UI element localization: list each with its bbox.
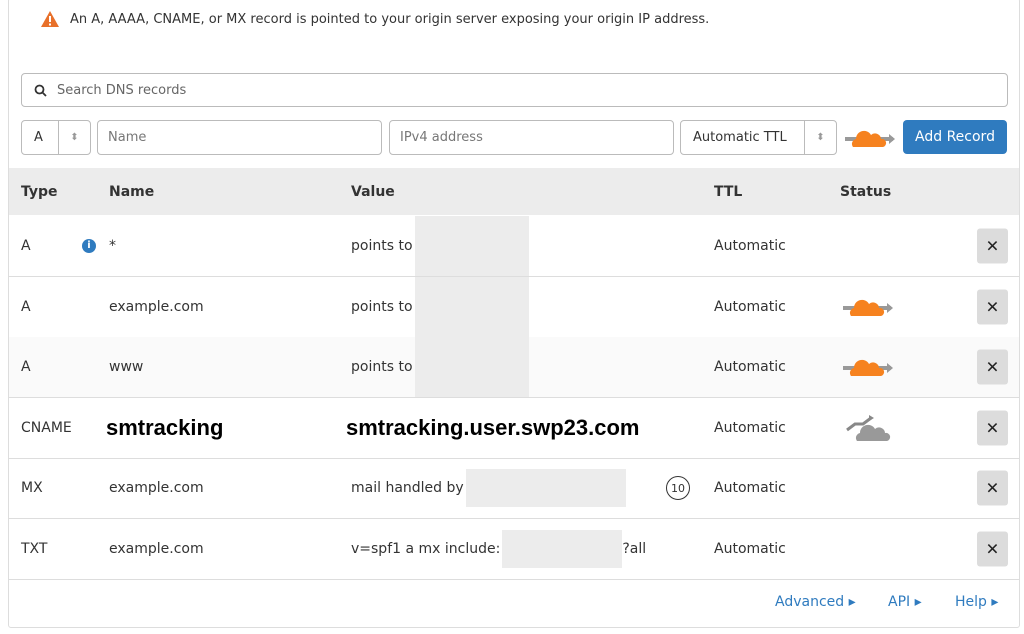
record-name: example.com	[109, 298, 204, 315]
redacted-value	[502, 529, 623, 568]
warning-triangle-icon	[41, 11, 59, 27]
record-value: v=spf1 a mx include: ?all	[351, 529, 646, 568]
record-type: A	[21, 238, 31, 254]
warning-banner: An A, AAAA, CNAME, or MX record is point…	[40, 10, 709, 28]
priority-badge: 10	[666, 476, 690, 500]
record-name: *	[109, 238, 116, 254]
redacted-value	[414, 337, 529, 397]
close-icon: ✕	[985, 297, 1000, 316]
api-link[interactable]: API ▸	[888, 594, 922, 610]
table-row[interactable]: A i * points to Automatic ✕	[9, 216, 1019, 277]
close-icon: ✕	[985, 357, 1000, 377]
record-ttl: Automatic	[714, 419, 786, 436]
delete-record-button[interactable]: ✕	[977, 228, 1008, 264]
close-icon: ✕	[985, 236, 1000, 256]
delete-record-button[interactable]: ✕	[977, 470, 1008, 506]
delete-record-button[interactable]: ✕	[977, 531, 1008, 566]
header-status: Status	[840, 183, 892, 200]
redacted-value	[414, 216, 529, 276]
record-value: points to	[351, 216, 529, 276]
ttl-value: Automatic TTL	[693, 130, 787, 145]
record-type: A	[21, 359, 31, 375]
close-icon: ✕	[985, 539, 1000, 558]
search-placeholder: Search DNS records	[57, 82, 187, 98]
record-ttl: Automatic	[714, 238, 786, 254]
table-row[interactable]: TXT example.com v=spf1 a mx include: ?all…	[9, 519, 1019, 580]
chevron-updown-icon: ⬍	[804, 121, 836, 154]
chevron-updown-icon: ⬍	[58, 121, 90, 154]
search-input[interactable]: Search DNS records	[21, 73, 1008, 107]
advanced-link[interactable]: Advanced ▸	[775, 594, 856, 610]
record-name: example.com	[109, 480, 204, 496]
dns-only-cloud-icon[interactable]	[845, 414, 893, 442]
delete-record-button[interactable]: ✕	[977, 349, 1008, 385]
record-ttl: Automatic	[714, 480, 786, 496]
help-link[interactable]: Help ▸	[955, 594, 998, 610]
ttl-select[interactable]: Automatic TTL ⬍	[680, 120, 837, 155]
table-header: Type Name Value TTL Status	[9, 168, 1019, 215]
close-icon: ✕	[985, 418, 1000, 437]
header-type: Type	[21, 183, 58, 200]
ipv4-input[interactable]: IPv4 address	[389, 120, 674, 155]
proxied-cloud-icon[interactable]	[843, 356, 895, 378]
header-ttl: TTL	[714, 183, 743, 200]
record-value: smtracking.user.swp23.com	[346, 414, 640, 440]
delete-record-button[interactable]: ✕	[977, 410, 1008, 445]
record-name: www	[109, 359, 144, 375]
delete-record-button[interactable]: ✕	[977, 289, 1008, 324]
table-row[interactable]: CNAME smtracking smtracking.user.swp23.c…	[9, 398, 1019, 459]
type-select[interactable]: A ⬍	[21, 120, 91, 155]
header-value: Value	[351, 183, 395, 200]
ipv4-placeholder: IPv4 address	[400, 130, 483, 145]
record-name: smtracking	[106, 414, 224, 440]
proxied-cloud-icon[interactable]	[843, 296, 895, 318]
record-ttl: Automatic	[714, 540, 786, 557]
warning-text: An A, AAAA, CNAME, or MX record is point…	[70, 11, 710, 27]
type-value: A	[34, 130, 43, 145]
redacted-value	[465, 469, 626, 507]
record-ttl: Automatic	[714, 298, 786, 315]
search-icon	[34, 84, 47, 97]
redacted-value	[414, 276, 529, 337]
record-type: MX	[21, 480, 43, 496]
table-row[interactable]: MX example.com mail handled by 10 Automat…	[9, 458, 1019, 519]
proxy-toggle-cloud-icon[interactable]	[845, 127, 897, 149]
add-record-button[interactable]: Add Record	[903, 120, 1007, 154]
record-type: TXT	[21, 540, 48, 557]
record-value: points to	[351, 337, 529, 397]
header-name: Name	[109, 183, 155, 200]
record-type: A	[21, 298, 31, 315]
table-row[interactable]: A www points to Automatic ✕	[9, 337, 1019, 398]
record-name: example.com	[109, 540, 204, 557]
record-ttl: Automatic	[714, 359, 786, 375]
record-value: points to	[351, 276, 529, 337]
record-type: CNAME	[21, 419, 72, 436]
info-icon[interactable]: i	[82, 239, 96, 253]
name-placeholder: Name	[108, 130, 147, 145]
record-value: mail handled by	[351, 469, 626, 507]
table-row[interactable]: A example.com points to Automatic ✕	[9, 276, 1019, 338]
close-icon: ✕	[985, 478, 1000, 498]
name-input[interactable]: Name	[97, 120, 382, 155]
